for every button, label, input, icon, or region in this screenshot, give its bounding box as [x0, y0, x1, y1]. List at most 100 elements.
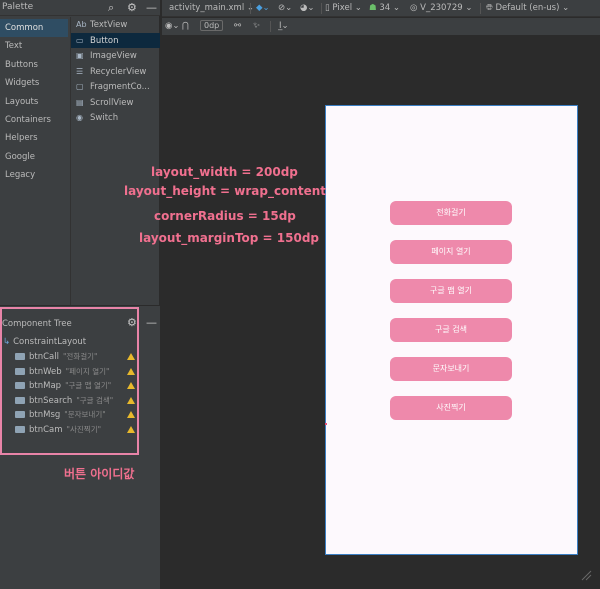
- palette-categories: Common Text Buttons Widgets Layouts Cont…: [0, 19, 68, 185]
- infer-constraints-icon[interactable]: ✨︎: [253, 20, 260, 33]
- magnet-icon[interactable]: ⋂: [182, 20, 189, 33]
- category-legacy[interactable]: Legacy: [0, 166, 68, 184]
- tree-node-id: btnSearch: [29, 396, 73, 406]
- palette-item-label: TextView: [90, 20, 128, 30]
- tree-node-btncam[interactable]: btnCam "사진찍기": [15, 424, 101, 435]
- search-icon[interactable]: ⌕: [108, 1, 114, 15]
- button-icon: ▭: [76, 35, 84, 45]
- clear-constraints-icon[interactable]: ⚯: [234, 20, 241, 33]
- palette-item-imageview[interactable]: ▣ ImageView: [71, 48, 160, 64]
- tree-node-text: "구글 검색": [76, 396, 114, 405]
- tree-node-btnmap[interactable]: btnMap "구글 맵 열기": [15, 380, 111, 391]
- tree-node-id: btnMsg: [29, 410, 61, 420]
- annotation-margin-top: layout_marginTop = 150dp: [139, 231, 320, 245]
- android-icon: ☗: [369, 3, 377, 13]
- tree-node-text: "사진찍기": [66, 425, 102, 434]
- toolbar-divider: [250, 3, 251, 14]
- category-widgets[interactable]: Widgets: [0, 74, 68, 92]
- annotation-layout-height: layout_height = wrap_content: [124, 184, 327, 198]
- btn-cam[interactable]: 사진찍기: [390, 396, 512, 420]
- palette-items: Ab TextView ▭ Button ▣ ImageView ☰ RecyclerV…: [70, 17, 160, 305]
- design-canvas[interactable]: 전화걸기 페이지 열기 구글 맵 열기 구글 검색 문자보내기 사진찍기 lay…: [124, 37, 600, 589]
- warning-icon[interactable]: [127, 411, 135, 418]
- btn-map[interactable]: 구글 맵 열기: [390, 279, 512, 303]
- file-tab-label: activity_main.xml: [169, 3, 245, 13]
- toolbar-divider: [270, 21, 271, 32]
- warning-icon[interactable]: [127, 353, 135, 360]
- palette-item-textview[interactable]: Ab TextView: [71, 17, 160, 33]
- design-toolbar: ◉⌄ ⋂ 0dp ⚯ ✨︎ I̲⌄: [162, 18, 600, 36]
- btn-call[interactable]: 전화걸기: [390, 201, 512, 225]
- image-icon: ▣: [76, 51, 84, 60]
- category-layouts[interactable]: Layouts: [0, 93, 68, 111]
- tree-node-text: "구글 맵 열기": [65, 381, 112, 390]
- minimize-icon[interactable]: —: [146, 316, 157, 330]
- palette-item-fragment[interactable]: ▢ FragmentCo...: [71, 79, 160, 95]
- palette-item-label: Switch: [90, 113, 119, 123]
- palette-item-scrollview[interactable]: ▤ ScrollView: [71, 95, 160, 111]
- category-buttons[interactable]: Buttons: [0, 56, 68, 74]
- component-tree-header: Component Tree ⚙ —: [0, 316, 160, 332]
- tree-node-id: btnWeb: [29, 367, 62, 377]
- constraint-anchor: [325, 423, 327, 425]
- device-preview[interactable]: 전화걸기 페이지 열기 구글 맵 열기 구글 검색 문자보내기 사진찍기: [325, 105, 578, 555]
- btn-search[interactable]: 구글 검색: [390, 318, 512, 342]
- category-containers[interactable]: Containers: [0, 111, 68, 129]
- warning-icon[interactable]: [127, 368, 135, 375]
- component-tree-panel: Component Tree ⚙ — ↳ ConstraintLayout btn…: [0, 305, 160, 589]
- category-text[interactable]: Text: [0, 37, 68, 55]
- category-helpers[interactable]: Helpers: [0, 129, 68, 147]
- annotation-layout-width: layout_width = 200dp: [151, 165, 298, 179]
- theme-selector[interactable]: ◎ V_230729 ⌄: [410, 2, 472, 15]
- palette-item-recyclerview[interactable]: ☰ RecyclerView: [71, 64, 160, 80]
- margin-field[interactable]: 0dp: [200, 20, 224, 33]
- tree-node-id: btnCall: [29, 352, 59, 362]
- tree-node-btnsearch[interactable]: btnSearch "구글 검색": [15, 395, 113, 406]
- tree-node-btnmsg[interactable]: btnMsg "문자보내기": [15, 409, 106, 420]
- palette-item-label: Button: [90, 35, 119, 46]
- palette-item-button[interactable]: ▭ Button: [71, 32, 160, 48]
- constraint-layout-icon: ↳: [3, 337, 11, 347]
- list-icon: ☰: [76, 66, 84, 76]
- locale-selector[interactable]: 🌐︎ Default (en-us) ⌄: [486, 2, 569, 15]
- palette-item-label: RecyclerView: [90, 66, 147, 77]
- tree-node-text: "문자보내기": [64, 410, 106, 419]
- component-tree-title: Component Tree: [2, 319, 72, 329]
- textview-icon: Ab: [76, 20, 87, 29]
- warning-icon[interactable]: [127, 382, 135, 389]
- gear-icon[interactable]: ⚙: [127, 316, 137, 330]
- btn-msg[interactable]: 문자보내기: [390, 357, 512, 381]
- button-icon: [15, 368, 25, 375]
- category-google[interactable]: Google: [0, 148, 68, 166]
- tree-node-btncall[interactable]: btnCall "전화걸기": [15, 351, 97, 362]
- orientation-icon[interactable]: ⊘⌄: [278, 2, 292, 15]
- button-icon: [15, 426, 25, 433]
- eye-icon[interactable]: ◉⌄: [165, 20, 180, 33]
- btn-web[interactable]: 페이지 열기: [390, 240, 512, 264]
- gear-icon[interactable]: ⚙: [127, 1, 137, 15]
- margin-value: 0dp: [200, 20, 224, 31]
- tree-node-id: btnCam: [29, 425, 63, 435]
- theme-label: V_230729: [420, 3, 463, 13]
- palette-item-switch[interactable]: ◉ Switch: [71, 110, 160, 126]
- warning-icon[interactable]: [127, 426, 135, 433]
- warning-icon[interactable]: [127, 397, 135, 404]
- tree-node-root[interactable]: ↳ ConstraintLayout: [3, 337, 86, 347]
- tree-node-text: "페이지 열기": [65, 367, 110, 376]
- palette-title: Palette: [2, 2, 34, 12]
- category-common[interactable]: Common: [0, 19, 68, 38]
- device-selector[interactable]: ▯ Pixel ⌄: [325, 2, 362, 15]
- palette-item-label: ImageView: [90, 51, 137, 61]
- minimize-icon[interactable]: —: [146, 1, 157, 15]
- palette-panel: Palette ⌕ ⚙ — Common Text Buttons Widget…: [0, 0, 160, 305]
- device-label: Pixel: [332, 3, 353, 13]
- resize-grip-icon[interactable]: [580, 569, 592, 581]
- tree-node-btnweb[interactable]: btnWeb "페이지 열기": [15, 366, 109, 377]
- guidelines-icon[interactable]: I̲⌄: [279, 20, 289, 33]
- file-tab[interactable]: activity_main.xml ⌄: [169, 2, 254, 15]
- night-mode-icon[interactable]: ◕⌄: [300, 2, 315, 15]
- tree-caption: 버튼 아이디값: [64, 467, 135, 481]
- tree-node-text: "전화걸기": [62, 352, 98, 361]
- layers-icon[interactable]: ◆⌄: [256, 2, 270, 15]
- api-selector[interactable]: ☗ 34 ⌄: [369, 2, 400, 15]
